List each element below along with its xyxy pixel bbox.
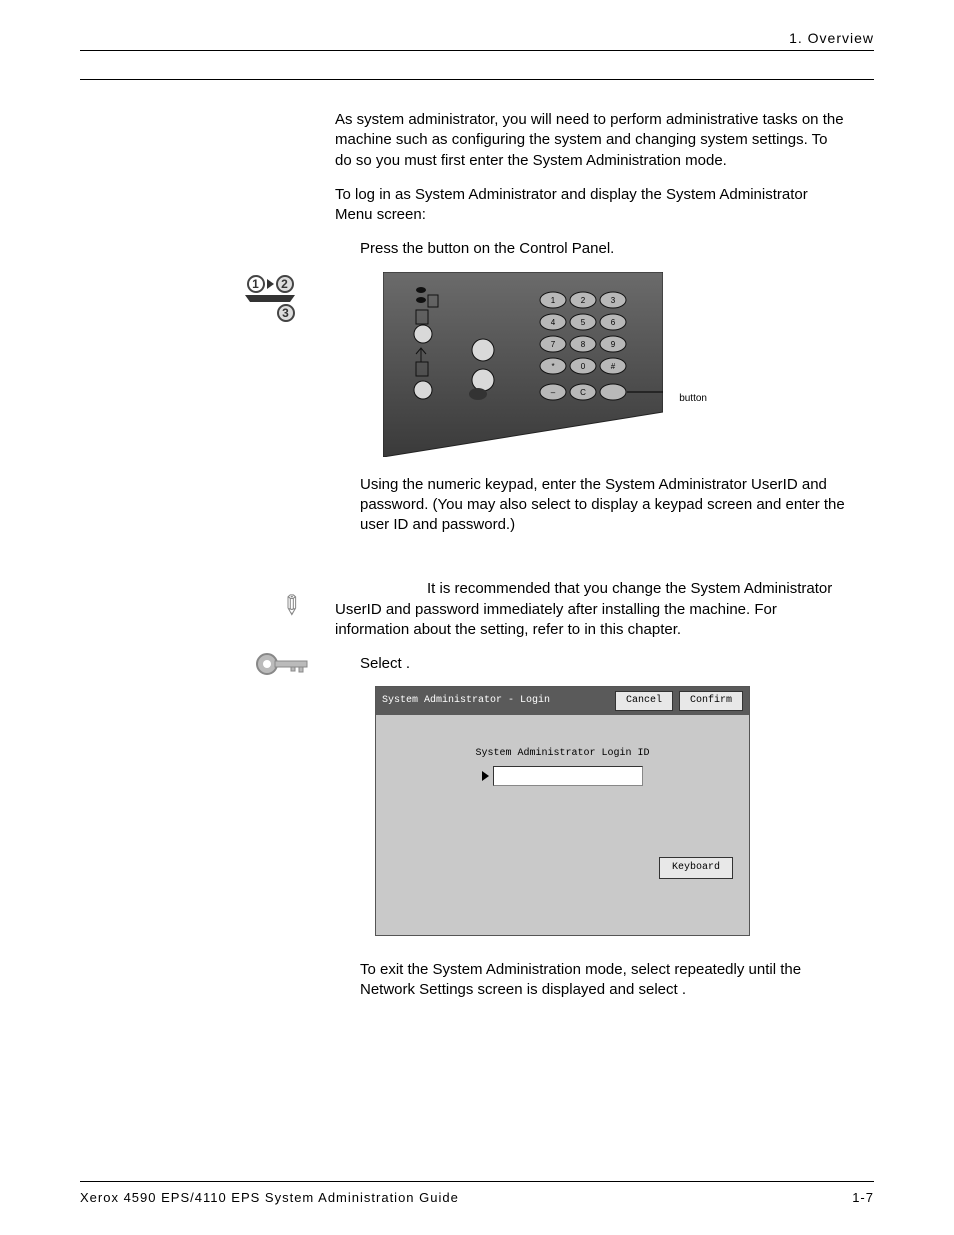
step-2-badge: 2 bbox=[276, 275, 294, 293]
step-1-text: Press the button on the Control Panel. bbox=[360, 239, 845, 259]
control-panel-figure: 123 456 789 *0# –C button bbox=[383, 272, 663, 457]
svg-text:*: * bbox=[551, 362, 554, 371]
svg-text:5: 5 bbox=[581, 318, 586, 327]
login-titlebar: System Administrator - Login Cancel Conf… bbox=[376, 687, 749, 715]
key-icon bbox=[255, 650, 310, 683]
keypoint-text: It is recommended that you change the Sy… bbox=[335, 579, 845, 640]
svg-text:6: 6 bbox=[611, 318, 616, 327]
page-footer: Xerox 4590 EPS/4110 EPS System Administr… bbox=[80, 1181, 874, 1205]
arrow-down-icon bbox=[245, 295, 295, 302]
intro-p2: To log in as System Administrator and di… bbox=[335, 185, 845, 226]
intro-p1: As system administrator, you will need t… bbox=[335, 110, 845, 171]
control-panel-svg: 1 2 3 4 5 6 7 8 9 * 0 # – C bbox=[383, 272, 663, 457]
step-sequence-icon: 1 2 3 bbox=[245, 275, 295, 322]
svg-text:–: – bbox=[551, 388, 556, 397]
login-field-label: System Administrator Login ID bbox=[388, 747, 737, 761]
step-3-badge: 3 bbox=[277, 304, 295, 322]
content-column: As system administrator, you will need t… bbox=[335, 110, 845, 1000]
svg-text:8: 8 bbox=[581, 340, 586, 349]
svg-text:C: C bbox=[580, 388, 586, 397]
svg-text:1: 1 bbox=[551, 296, 556, 305]
page-header: 1. Overview bbox=[80, 30, 874, 51]
arrow-right-icon bbox=[267, 279, 274, 289]
login-dialog-figure: System Administrator - Login Cancel Conf… bbox=[375, 686, 750, 936]
footer-title: Xerox 4590 EPS/4110 EPS System Administr… bbox=[80, 1190, 459, 1205]
svg-text:7: 7 bbox=[551, 340, 556, 349]
login-dialog: System Administrator - Login Cancel Conf… bbox=[375, 686, 750, 936]
svg-text:9: 9 bbox=[611, 340, 616, 349]
svg-text:4: 4 bbox=[551, 318, 556, 327]
page: 1. Overview 1 2 3 As system administrato… bbox=[0, 0, 954, 1042]
header-rule bbox=[80, 79, 874, 80]
footer-page: 1-7 bbox=[852, 1190, 874, 1205]
confirm-button[interactable]: Confirm bbox=[679, 691, 743, 711]
svg-text:3: 3 bbox=[611, 296, 616, 305]
step-3-text: Select . bbox=[360, 654, 845, 674]
breadcrumb: 1. Overview bbox=[789, 30, 874, 46]
login-body: System Administrator Login ID Keyboard bbox=[376, 715, 749, 935]
svg-text:#: # bbox=[611, 362, 616, 371]
cancel-button[interactable]: Cancel bbox=[615, 691, 673, 711]
panel-button-label: button bbox=[679, 392, 707, 406]
login-id-input[interactable] bbox=[493, 766, 643, 786]
keyboard-button[interactable]: Keyboard bbox=[659, 857, 733, 879]
step-2-text: Using the numeric keypad, enter the Syst… bbox=[360, 475, 845, 536]
login-title: System Administrator - Login bbox=[382, 694, 550, 708]
svg-text:0: 0 bbox=[581, 362, 586, 371]
step-1-badge: 1 bbox=[247, 275, 265, 293]
exit-note: To exit the System Administration mode, … bbox=[360, 960, 845, 1001]
caret-right-icon bbox=[482, 771, 489, 781]
pen-icon: ✎ bbox=[272, 587, 309, 624]
svg-text:2: 2 bbox=[581, 296, 586, 305]
